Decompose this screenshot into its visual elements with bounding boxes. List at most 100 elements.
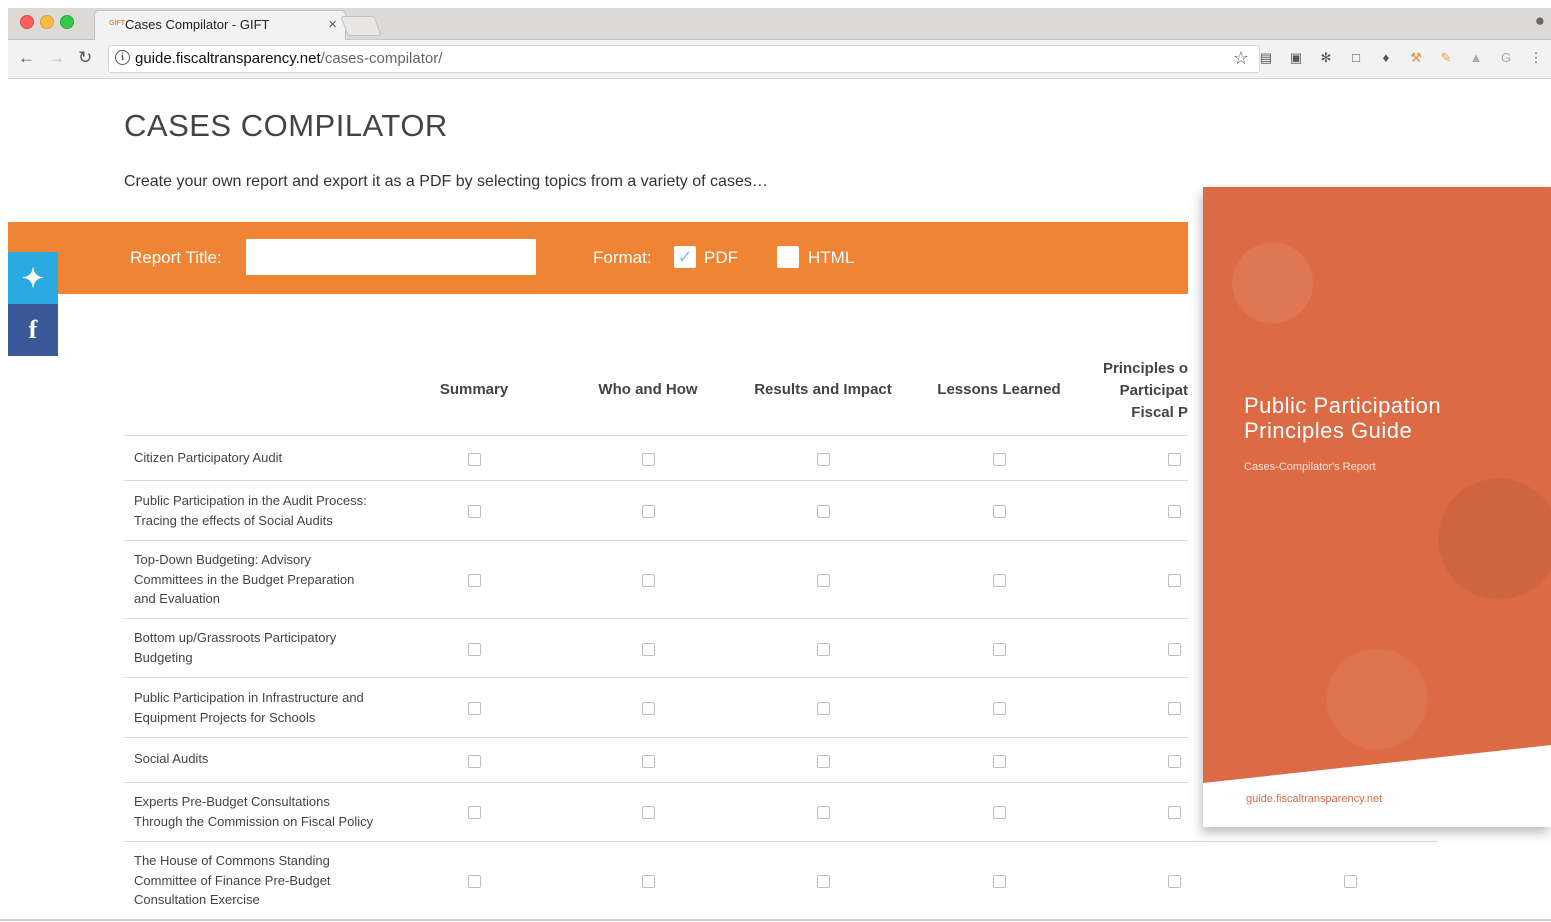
- maximize-window-button[interactable]: [60, 15, 74, 29]
- back-icon[interactable]: ←: [18, 48, 35, 68]
- info-icon[interactable]: i: [115, 50, 130, 65]
- facebook-icon: f: [28, 315, 38, 344]
- topic-checkbox[interactable]: [468, 643, 481, 656]
- topic-checkbox[interactable]: [817, 755, 830, 768]
- topic-checkbox[interactable]: [993, 755, 1006, 768]
- topic-checkbox[interactable]: [817, 505, 830, 518]
- topic-checkbox[interactable]: [468, 875, 481, 888]
- topic-checkbox[interactable]: [1168, 806, 1181, 819]
- column-header-principles: Principles o Participat Fiscal P: [1102, 360, 1188, 421]
- address-bar[interactable]: i guide.fiscaltransparency.net/cases-com…: [108, 45, 1260, 73]
- cover-title: Public Participation Principles Guide: [1244, 393, 1441, 443]
- page-title: CASES COMPILATOR: [124, 108, 448, 143]
- topic-checkbox[interactable]: [993, 806, 1006, 819]
- browser-toolbar: ← → ↻ i guide.fiscaltransparency.net/cas…: [8, 40, 1551, 79]
- topic-checkbox[interactable]: [817, 702, 830, 715]
- topic-checkbox[interactable]: [817, 806, 830, 819]
- table-row-label: Bottom up/Grassroots Participatory Budge…: [134, 630, 337, 665]
- topic-checkbox[interactable]: [468, 755, 481, 768]
- profile-icon[interactable]: ●: [1535, 11, 1545, 31]
- report-title-label: Report Title:: [130, 248, 222, 267]
- url-text: guide.fiscaltransparency.net/cases-compi…: [135, 50, 442, 67]
- table-row-label: Social Audits: [134, 751, 209, 766]
- topic-checkbox[interactable]: [468, 702, 481, 715]
- topic-checkbox[interactable]: [468, 806, 481, 819]
- table-row-label: Public Participation in the Audit Proces…: [134, 493, 367, 528]
- column-header-summary: Summary: [439, 381, 509, 398]
- forward-icon[interactable]: →: [48, 48, 65, 68]
- topic-checkbox[interactable]: [993, 702, 1006, 715]
- cast-icon[interactable]: ▤: [1258, 50, 1274, 66]
- extension-sparkle-icon[interactable]: ✻: [1318, 50, 1334, 66]
- cover-title-line1: Public Participation: [1244, 393, 1442, 418]
- topic-checkbox[interactable]: [642, 755, 655, 768]
- topic-checkbox[interactable]: [642, 574, 655, 587]
- topic-checkbox[interactable]: [642, 702, 655, 715]
- topic-checkbox[interactable]: [817, 453, 830, 466]
- extension-pen-icon[interactable]: ✎: [1438, 50, 1454, 66]
- extension-shield-icon[interactable]: ♦: [1378, 50, 1394, 66]
- extension-crop-icon[interactable]: □: [1348, 50, 1364, 66]
- topic-checkbox[interactable]: [993, 643, 1006, 656]
- topic-checkbox[interactable]: [993, 453, 1006, 466]
- topic-checkbox[interactable]: [1168, 453, 1181, 466]
- browser-tab[interactable]: GIFT Cases Compilator - GIFT ×: [94, 10, 346, 41]
- topic-checkbox[interactable]: [468, 574, 481, 587]
- extension-tool-icon[interactable]: ⚒: [1408, 50, 1424, 66]
- table-row-label: Public Participation in Infrastructure a…: [134, 690, 364, 725]
- twitter-share-button[interactable]: ✦: [8, 252, 58, 304]
- row-divider: [124, 618, 1188, 619]
- row-divider: [124, 677, 1188, 678]
- topic-checkbox[interactable]: [1168, 755, 1181, 768]
- topic-checkbox[interactable]: [817, 574, 830, 587]
- column-header-lessons-learned: Lessons Learned: [937, 381, 1061, 398]
- table-row-label: Experts Pre-Budget Consultations Through…: [134, 794, 374, 829]
- topic-checkbox[interactable]: [1168, 875, 1181, 888]
- topic-checkbox[interactable]: [1168, 574, 1181, 587]
- topic-checkbox[interactable]: [817, 643, 830, 656]
- topic-checkbox[interactable]: [642, 806, 655, 819]
- format-label: Format:: [593, 248, 652, 267]
- topic-checkbox[interactable]: [1168, 643, 1181, 656]
- page-subtitle: Create your own report and export it as …: [124, 173, 768, 190]
- menu-icon[interactable]: ⋮: [1528, 50, 1544, 66]
- bookmark-star-icon[interactable]: ☆: [1233, 48, 1249, 69]
- tab-close-icon[interactable]: ×: [328, 16, 337, 33]
- topic-checkbox[interactable]: [993, 875, 1006, 888]
- facebook-share-button[interactable]: f: [8, 304, 58, 356]
- extension-drive-icon[interactable]: ▲: [1468, 50, 1484, 66]
- minimize-window-button[interactable]: [40, 15, 54, 29]
- pdf-checkbox[interactable]: ✓: [674, 246, 696, 268]
- html-checkbox[interactable]: [777, 246, 799, 268]
- row-divider: [124, 782, 1188, 783]
- close-window-button[interactable]: [20, 15, 34, 29]
- topic-checkbox[interactable]: [642, 505, 655, 518]
- topic-checkbox[interactable]: [642, 643, 655, 656]
- extension-window-icon[interactable]: ▣: [1288, 50, 1304, 66]
- topic-checkbox[interactable]: [1344, 875, 1357, 888]
- table-header-divider: [124, 435, 1188, 436]
- topic-checkbox[interactable]: [468, 453, 481, 466]
- topic-checkbox[interactable]: [817, 875, 830, 888]
- url-domain: guide.fiscaltransparency.net: [135, 50, 321, 67]
- table-row-label: Citizen Participatory Audit: [134, 450, 283, 465]
- cover-bottom-panel: [1203, 745, 1551, 827]
- topic-checkbox[interactable]: [1168, 702, 1181, 715]
- topic-checkbox[interactable]: [642, 453, 655, 466]
- twitter-icon: ✦: [22, 263, 44, 293]
- guide-cover-preview: Public Participation Principles Guide Ca…: [1203, 187, 1551, 827]
- column-header-who-and-how: Who and How: [598, 381, 698, 398]
- report-settings-bar: Report Title: Format: ✓ PDF HTML: [8, 222, 1188, 294]
- topic-checkbox[interactable]: [468, 505, 481, 518]
- topic-checkbox[interactable]: [993, 574, 1006, 587]
- topic-checkbox[interactable]: [642, 875, 655, 888]
- topic-checkbox[interactable]: [993, 505, 1006, 518]
- url-path: /cases-compilator/: [320, 50, 443, 67]
- gift-favicon-icon: GIFT: [109, 20, 125, 27]
- report-title-input[interactable]: [246, 239, 536, 275]
- topic-checkbox[interactable]: [1168, 505, 1181, 518]
- extension-g-icon[interactable]: G: [1498, 50, 1514, 66]
- reload-icon[interactable]: ↻: [78, 48, 92, 68]
- browser-tab-bar: GIFT Cases Compilator - GIFT × ●: [8, 8, 1551, 41]
- new-tab-button[interactable]: [340, 16, 382, 36]
